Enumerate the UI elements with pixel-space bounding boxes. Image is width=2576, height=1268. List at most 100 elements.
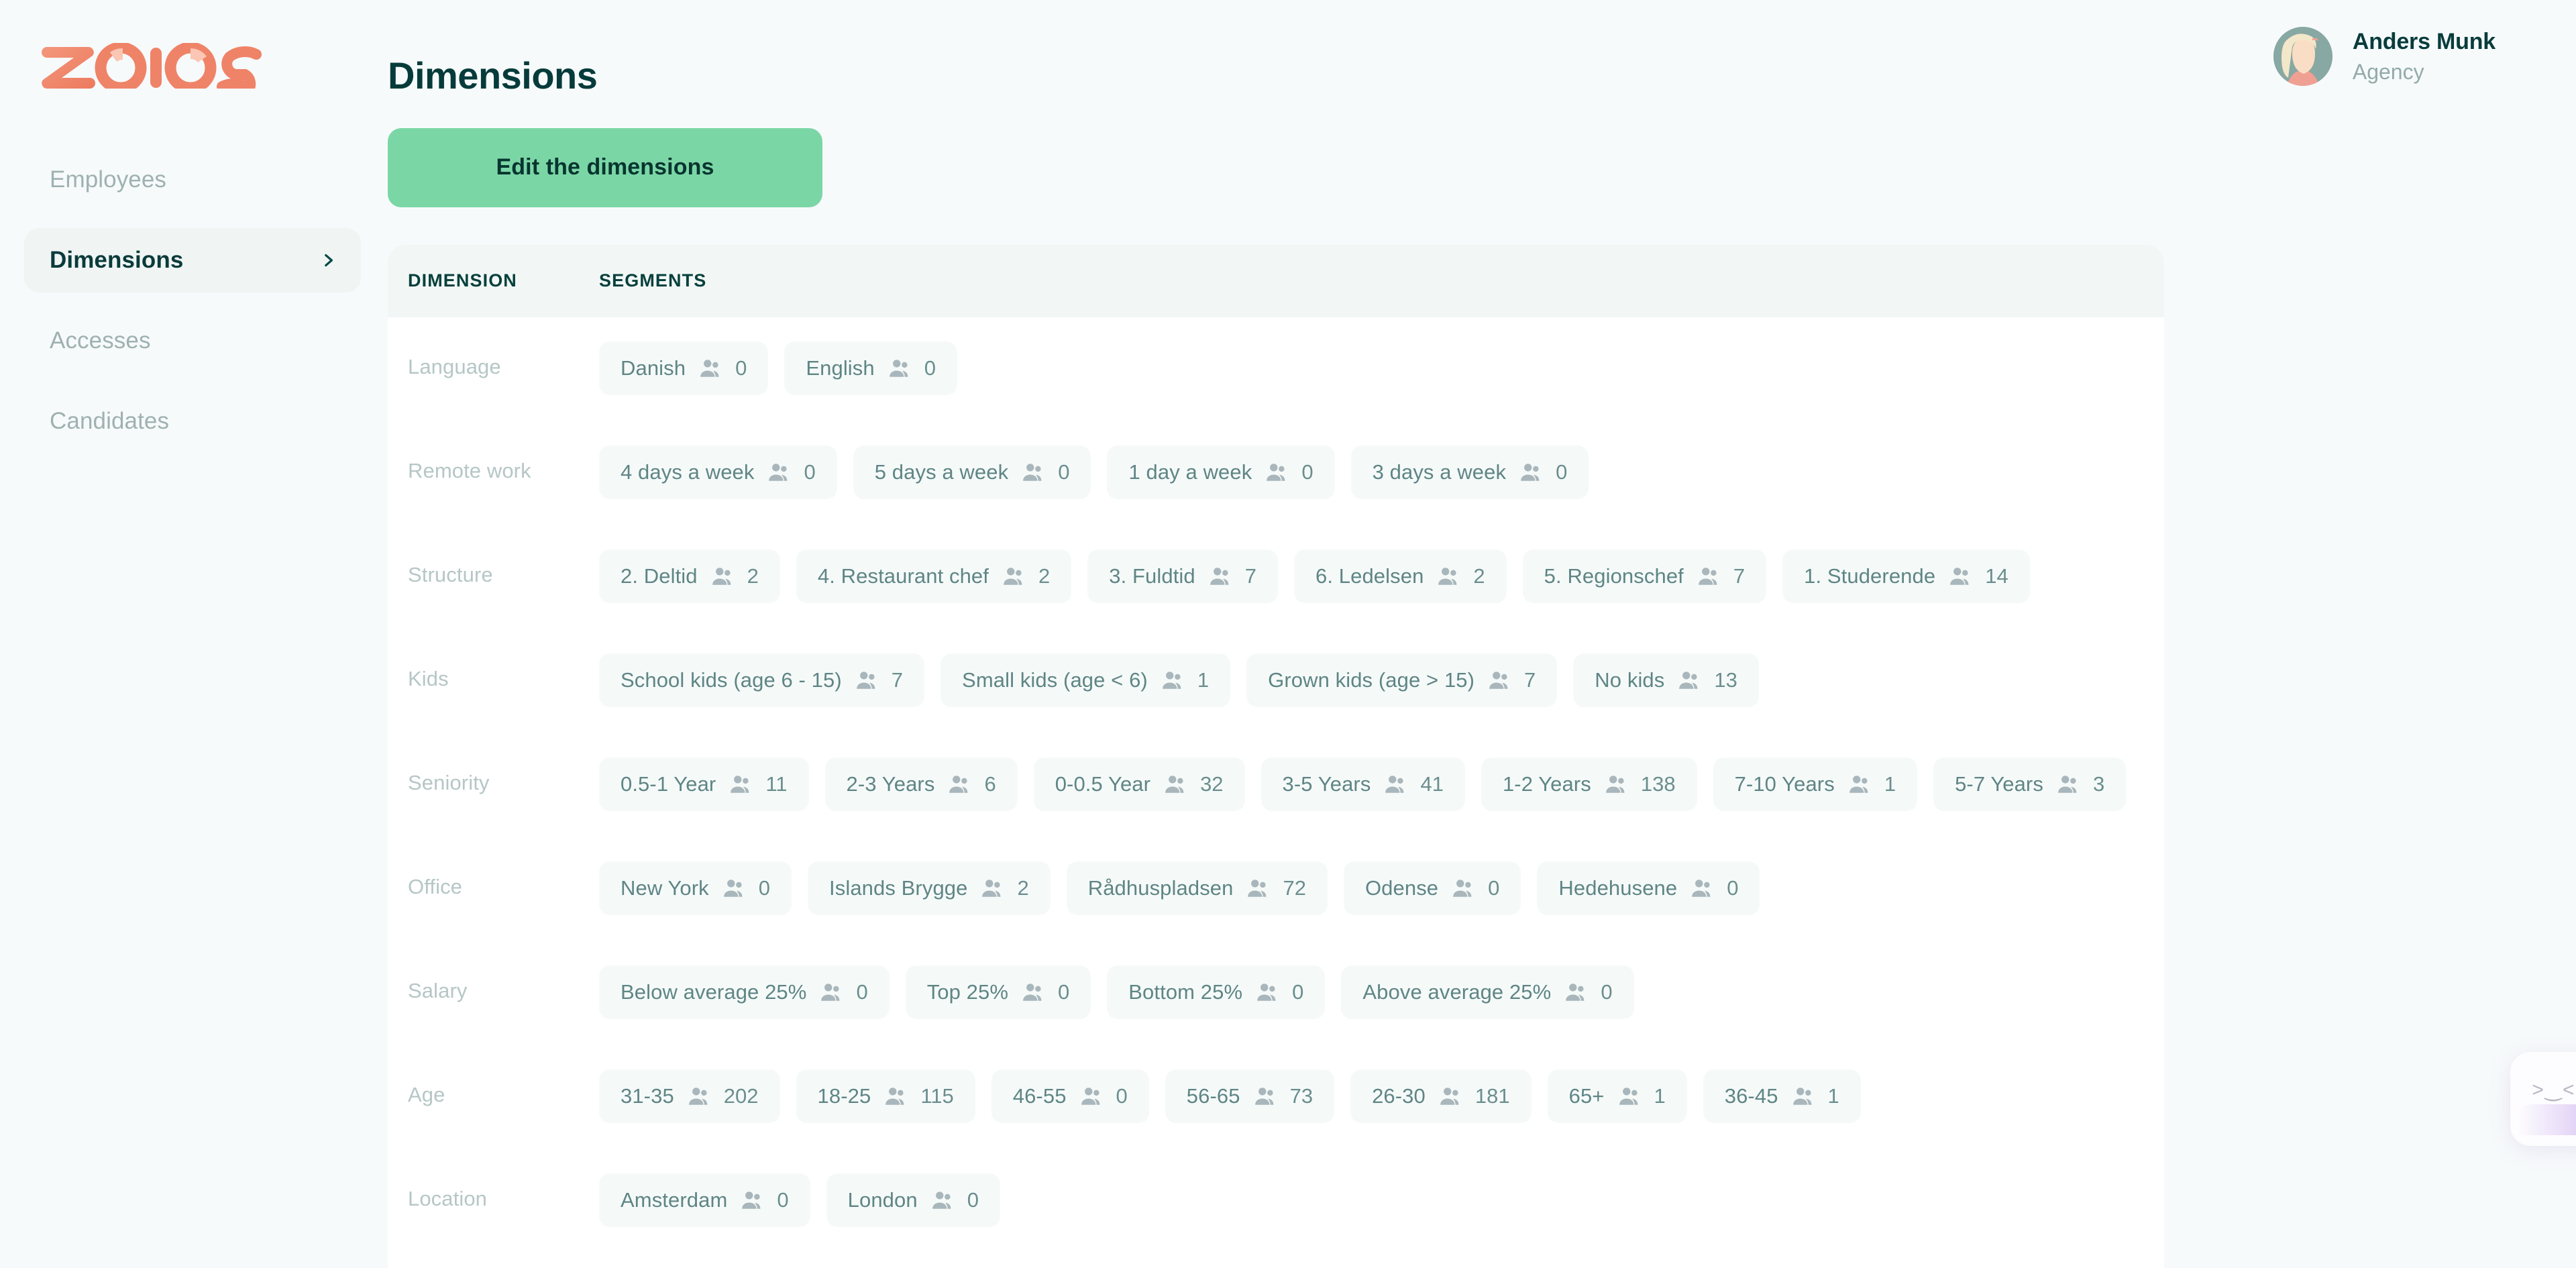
- segment-count: 14: [1985, 564, 2008, 588]
- column-header-dimension: DIMENSION: [408, 270, 517, 291]
- segment-chip[interactable]: Odense 0: [1343, 861, 1521, 915]
- segment-chip[interactable]: Bottom 25% 0: [1107, 965, 1326, 1019]
- people-icon: [948, 773, 971, 796]
- segment-count: 1: [1884, 772, 1896, 796]
- segment-chip[interactable]: Top 25% 0: [905, 965, 1091, 1019]
- people-icon: [767, 461, 790, 484]
- segment-count: 2: [1473, 564, 1485, 588]
- segment-chip[interactable]: School kids (age 6 - 15) 7: [599, 653, 925, 707]
- segment-chip[interactable]: No kids 13: [1573, 653, 1759, 707]
- segment-chip[interactable]: 7-10 Years 1: [1713, 757, 1918, 811]
- sidebar-item-label: Candidates: [50, 408, 170, 434]
- dimension-name: Age: [408, 1082, 445, 1106]
- segment-chip[interactable]: 36-45 1: [1703, 1069, 1861, 1123]
- segment-chip[interactable]: 3. Fuldtid 7: [1087, 549, 1279, 603]
- segment-list: Below average 25% 0 Top 25% 0 Bottom 25% 0 Abo…: [599, 965, 2144, 1019]
- segment-chip[interactable]: 5-7 Years 3: [1933, 757, 2127, 811]
- chat-assistant-widget[interactable]: >‿<: [2510, 1052, 2576, 1146]
- segment-chip[interactable]: 4 days a week 0: [599, 445, 837, 499]
- segment-chip[interactable]: Below average 25% 0: [599, 965, 890, 1019]
- segment-chip[interactable]: 26-30 181: [1350, 1069, 1532, 1123]
- segment-chip[interactable]: Amsterdam 0: [599, 1173, 810, 1227]
- people-icon: [688, 1085, 710, 1108]
- segment-chip[interactable]: 6. Ledelsen 2: [1294, 549, 1507, 603]
- segment-chip[interactable]: 1 day a week 0: [1107, 445, 1335, 499]
- segment-chip[interactable]: Above average 25% 0: [1341, 965, 1634, 1019]
- segment-label: Odense: [1364, 876, 1439, 900]
- segment-chip[interactable]: Small kids (age < 6) 1: [941, 653, 1231, 707]
- segment-label: 2. Deltid: [621, 564, 698, 588]
- segment-chip[interactable]: 18-25 115: [796, 1069, 975, 1123]
- segment-count: 0: [758, 876, 771, 900]
- segment-chip[interactable]: 1. Studerende 14: [1782, 549, 2030, 603]
- segment-chip[interactable]: 46-55 0: [991, 1069, 1149, 1123]
- segment-chip[interactable]: Danish 0: [599, 341, 769, 395]
- segment-chip[interactable]: Hedehusene 0: [1537, 861, 1760, 915]
- segment-count: 1: [1654, 1084, 1666, 1108]
- sidebar-item-label: Accesses: [50, 327, 151, 354]
- segment-chip[interactable]: 3-5 Years 41: [1260, 757, 1465, 811]
- segment-label: 5 days a week: [874, 460, 1009, 484]
- segment-chip[interactable]: 0-0.5 Year 32: [1033, 757, 1245, 811]
- segment-chip[interactable]: English 0: [784, 341, 957, 395]
- segment-label: 1. Studerende: [1804, 564, 1936, 588]
- segment-list: 0.5-1 Year 11 2-3 Years 6 0-0.5 Year 32 3-5 Ye…: [599, 757, 2144, 811]
- table-row: Age 31-35 202 18-25 115 46-55 0 56-65 73 26-30 181…: [388, 1045, 2164, 1149]
- edit-dimensions-button[interactable]: Edit the dimensions: [388, 127, 822, 207]
- people-icon: [855, 669, 878, 692]
- table-row: Location Amsterdam 0 London 0: [388, 1149, 2164, 1253]
- table-row: Kids School kids (age 6 - 15) 7 Small kids …: [388, 629, 2164, 733]
- people-icon: [884, 1085, 907, 1108]
- segment-chip[interactable]: 2-3 Years 6: [824, 757, 1018, 811]
- people-icon: [888, 357, 911, 380]
- people-icon: [741, 1189, 763, 1212]
- segment-chip[interactable]: 3 days a week 0: [1350, 445, 1589, 499]
- segment-chip[interactable]: 4. Restaurant chef 2: [796, 549, 1072, 603]
- people-icon: [722, 877, 745, 900]
- segment-count: 0: [1727, 876, 1739, 900]
- segment-chip[interactable]: New York 0: [599, 861, 792, 915]
- avatar: [2273, 27, 2332, 86]
- segment-count: 1: [1197, 668, 1210, 692]
- segment-count: 0: [856, 980, 868, 1004]
- segment-count: 2: [1017, 876, 1029, 900]
- sidebar-item-accesses[interactable]: Accesses: [24, 309, 361, 373]
- table-row: Seniority 0.5-1 Year 11 2-3 Years 6 0-0.5 Yea…: [388, 733, 2164, 837]
- segment-label: 3 days a week: [1372, 460, 1507, 484]
- segment-chip[interactable]: 31-35 202: [599, 1069, 780, 1123]
- people-icon: [1488, 669, 1511, 692]
- sidebar-item-employees[interactable]: Employees: [24, 148, 361, 212]
- people-icon: [1246, 877, 1269, 900]
- segment-chip[interactable]: Islands Brygge 2: [808, 861, 1051, 915]
- segment-label: Islands Brygge: [829, 876, 968, 900]
- people-icon: [1384, 773, 1407, 796]
- segment-count: 0: [1116, 1084, 1128, 1108]
- segment-chip[interactable]: 5 days a week 0: [853, 445, 1091, 499]
- segment-chip[interactable]: 5. Regionschef 7: [1522, 549, 1767, 603]
- segment-list: School kids (age 6 - 15) 7 Small kids (age…: [599, 653, 2144, 707]
- segment-chip[interactable]: 0.5-1 Year 11: [599, 757, 809, 811]
- segment-chip[interactable]: Rådhuspladsen 72: [1066, 861, 1328, 915]
- people-icon: [711, 565, 734, 588]
- sidebar-item-candidates[interactable]: Candidates: [24, 389, 361, 454]
- people-icon: [1256, 981, 1279, 1004]
- segment-chip[interactable]: 65+ 1: [1547, 1069, 1687, 1123]
- segment-label: 31-35: [621, 1084, 674, 1108]
- sidebar-item-dimensions[interactable]: Dimensions: [24, 228, 361, 293]
- people-icon: [1452, 877, 1474, 900]
- chevron-right-icon: [319, 252, 337, 269]
- segment-label: Above average 25%: [1362, 980, 1552, 1004]
- segment-chip[interactable]: London 0: [826, 1173, 1000, 1227]
- people-icon: [1618, 1085, 1641, 1108]
- zoios-logo[interactable]: [42, 42, 388, 90]
- segment-chip[interactable]: 56-65 73: [1165, 1069, 1335, 1123]
- segment-chip[interactable]: Grown kids (age > 15) 7: [1246, 653, 1558, 707]
- segment-label: 0.5-1 Year: [621, 772, 716, 796]
- user-profile[interactable]: Anders Munk Agency: [2273, 27, 2496, 86]
- segment-chip[interactable]: 1-2 Years 138: [1481, 757, 1697, 811]
- segment-label: 3. Fuldtid: [1109, 564, 1195, 588]
- table-row: Office New York 0 Islands Brygge 2 Rådhusplad…: [388, 837, 2164, 941]
- people-icon: [981, 877, 1004, 900]
- segment-chip[interactable]: 2. Deltid 2: [599, 549, 780, 603]
- segment-count: 0: [1058, 460, 1070, 484]
